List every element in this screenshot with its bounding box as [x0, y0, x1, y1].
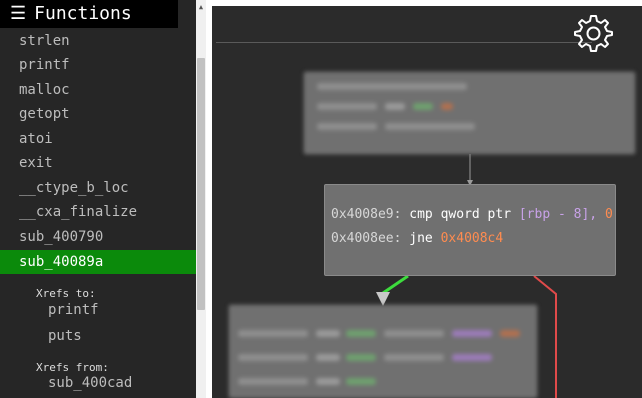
asm-operand: [rbp - 8],	[518, 207, 598, 222]
asm-address: 0x4008e9:	[331, 207, 402, 222]
graph-panel: 0x4008e9: cmp qword ptr [rbp - 8], 0 0x4…	[206, 0, 642, 398]
edge-false-branch	[533, 275, 557, 398]
function-item-ctype-b-loc[interactable]: __ctype_b_loc	[0, 176, 196, 200]
edge-true-branch	[382, 274, 409, 295]
sidebar-title: Functions	[34, 3, 132, 24]
asm-line-jne[interactable]: 0x4008ee: jne 0x4008c4	[331, 231, 503, 246]
asm-instruction: cmp qword ptr	[409, 207, 512, 222]
sidebar-header[interactable]: ☰ Functions	[0, 0, 178, 28]
graph-node-lower[interactable]	[229, 305, 537, 398]
function-item-malloc[interactable]: malloc	[0, 78, 196, 102]
graph-node-upper[interactable]	[304, 72, 635, 154]
asm-line-cmp[interactable]: 0x4008e9: cmp qword ptr [rbp - 8], 0	[331, 207, 613, 222]
xref-from-sub-400cad[interactable]: sub_400cad	[48, 375, 132, 391]
xref-to-puts[interactable]: puts	[48, 328, 82, 344]
function-item-atoi[interactable]: atoi	[0, 127, 196, 151]
function-item-strlen[interactable]: strlen	[0, 29, 196, 53]
function-item-printf[interactable]: printf	[0, 53, 196, 77]
sidebar-scrollbar[interactable]: ▲	[196, 0, 206, 398]
function-item-sub-400790[interactable]: sub_400790	[0, 225, 196, 249]
function-item-exit[interactable]: exit	[0, 151, 196, 175]
scroll-up-arrow-icon[interactable]: ▲	[196, 2, 206, 12]
asm-jump-target[interactable]: 0x4008c4	[441, 231, 504, 246]
scrollbar-thumb[interactable]	[197, 58, 205, 310]
xrefs-from-heading: Xrefs from:	[36, 361, 109, 374]
graph-canvas[interactable]: 0x4008e9: cmp qword ptr [rbp - 8], 0 0x4…	[212, 6, 642, 398]
asm-instruction: jne	[409, 231, 433, 246]
xrefs-to-heading: Xrefs to:	[36, 287, 96, 300]
edge-true-arrow-icon	[376, 292, 390, 306]
graph-node-current[interactable]: 0x4008e9: cmp qword ptr [rbp - 8], 0 0x4…	[324, 184, 616, 276]
function-item-getopt[interactable]: getopt	[0, 102, 196, 126]
functions-sidebar: ☰ Functions strlen printf malloc getopt a…	[0, 0, 196, 398]
asm-immediate: 0	[604, 207, 613, 222]
xref-to-printf[interactable]: printf	[48, 302, 99, 318]
hamburger-menu-icon[interactable]: ☰	[10, 0, 26, 28]
function-item-cxa-finalize[interactable]: __cxa_finalize	[0, 200, 196, 224]
asm-address: 0x4008ee:	[331, 231, 402, 246]
function-item-sub-40089a[interactable]: sub_40089a	[0, 250, 196, 274]
